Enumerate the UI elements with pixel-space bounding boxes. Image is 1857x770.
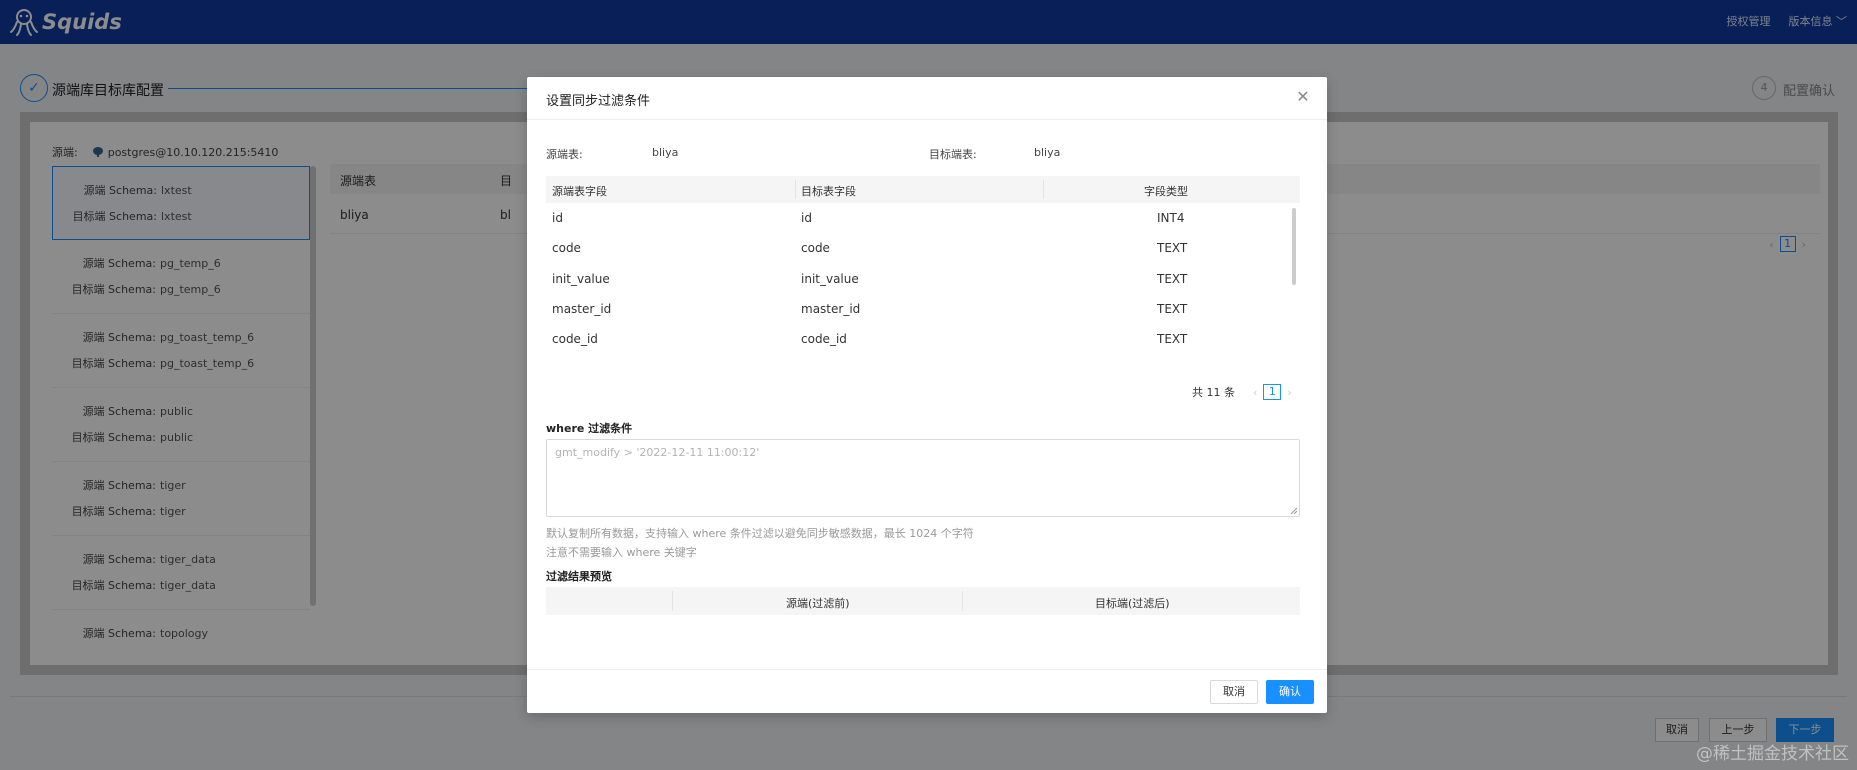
row-src-field: code_id — [552, 332, 598, 347]
col-src-field: 源端表字段 — [552, 185, 607, 198]
filter-modal: 设置同步过滤条件 ✕ 源端表: bliya 目标端表: bliya 源端表字段 … — [527, 77, 1327, 713]
col-separator — [962, 591, 963, 611]
chevron-left-icon[interactable]: ‹ — [1253, 386, 1257, 399]
row-field-type: INT4 — [1157, 211, 1185, 225]
row-src-field: code — [552, 241, 581, 256]
close-icon[interactable]: ✕ — [1293, 87, 1313, 107]
modal-header: 设置同步过滤条件 ✕ — [527, 77, 1327, 120]
table-row[interactable]: id id INT4 — [546, 203, 1300, 233]
chevron-right-icon[interactable]: › — [1287, 386, 1291, 399]
row-field-type: TEXT — [1157, 241, 1188, 256]
row-src-field: id — [552, 211, 563, 225]
col-separator — [672, 591, 673, 611]
row-src-field: init_value — [552, 271, 610, 286]
dst-table-value: bliya — [1034, 146, 1061, 159]
field-table-scrollbar[interactable] — [1292, 208, 1296, 285]
src-table-value: bliya — [652, 146, 679, 159]
resize-handle-icon[interactable] — [1290, 507, 1298, 515]
row-dst-field: code_id — [801, 332, 847, 347]
col-field-type: 字段类型 — [1144, 185, 1188, 198]
row-dst-field: master_id — [801, 301, 861, 316]
preview-label: 过滤结果预览 — [546, 570, 612, 583]
row-dst-field: init_value — [801, 271, 859, 286]
page-number[interactable]: 1 — [1263, 384, 1282, 400]
preview-col-after: 目标端(过滤后) — [1095, 597, 1170, 610]
row-field-type: TEXT — [1157, 332, 1188, 347]
field-table-pager: 共 11 条 ‹ 1 › — [1192, 384, 1298, 400]
preview-table-header: 源端(过滤前) 目标端(过滤后) — [546, 587, 1300, 615]
row-dst-field: id — [801, 211, 812, 225]
cancel-button[interactable]: 取消 — [1210, 680, 1258, 704]
col-separator — [795, 180, 796, 199]
where-label: where 过滤条件 — [546, 422, 633, 435]
row-dst-field: code — [801, 241, 830, 256]
table-row[interactable]: init_value init_value TEXT — [546, 264, 1300, 294]
field-table-header: 源端表字段 目标表字段 字段类型 — [546, 176, 1300, 203]
table-row[interactable]: code code TEXT — [546, 233, 1300, 263]
table-row[interactable]: master_id master_id TEXT — [546, 294, 1300, 324]
row-field-type: TEXT — [1157, 301, 1188, 316]
modal-footer: 取消 确认 — [527, 669, 1327, 713]
where-note: 注意不需要输入 where 关键字 — [546, 546, 697, 559]
src-table-label: 源端表: — [546, 148, 583, 161]
where-hint: 默认复制所有数据，支持输入 where 条件过滤以避免同步敏感数据，最长 102… — [546, 527, 974, 540]
row-field-type: TEXT — [1157, 271, 1188, 286]
confirm-button[interactable]: 确认 — [1266, 680, 1314, 704]
field-table: 源端表字段 目标表字段 字段类型 id id INT4 code code TE… — [546, 176, 1300, 370]
watermark: @稀土掘金技术社区 — [1696, 744, 1849, 764]
table-row[interactable]: code_id code_id TEXT — [546, 324, 1300, 354]
row-src-field: master_id — [552, 301, 612, 316]
col-dst-field: 目标表字段 — [801, 185, 856, 198]
modal-title: 设置同步过滤条件 — [546, 94, 651, 109]
total-count: 共 11 条 — [1192, 386, 1235, 399]
preview-col-before: 源端(过滤前) — [786, 597, 850, 610]
where-input[interactable] — [546, 439, 1300, 517]
dst-table-label: 目标端表: — [929, 148, 977, 161]
col-separator — [1043, 180, 1044, 199]
